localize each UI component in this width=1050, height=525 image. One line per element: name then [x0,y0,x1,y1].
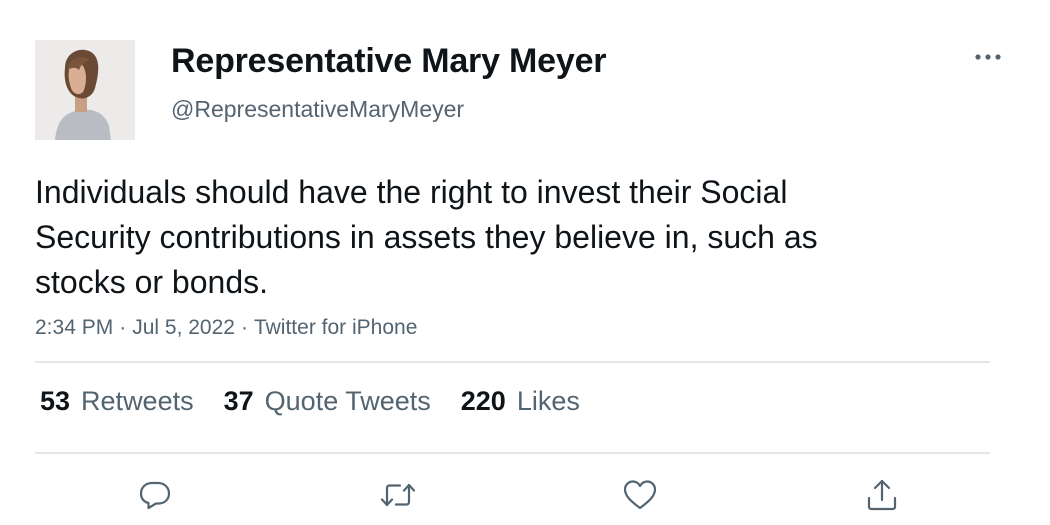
meta-separator: · [119,316,127,339]
tweet-detail: Representative Mary Meyer @Representativ… [0,0,1050,525]
likes-label: Likes [516,386,580,416]
reply-button[interactable] [135,475,175,515]
reply-icon [139,481,171,510]
tweet-text: Individuals should have the right to inv… [35,174,818,300]
like-icon [623,480,657,510]
retweets-count: 53 [40,386,71,416]
likes-stat[interactable]: 220 Likes [461,386,580,417]
tweet-time[interactable]: 2:34 PM [35,316,113,339]
likes-count: 220 [460,386,506,416]
tweet-meta: 2:34 PM · Jul 5, 2022 · Twitter for iPhone [35,316,417,340]
tweet-source[interactable]: Twitter for iPhone [254,316,417,339]
divider [35,361,990,363]
share-button[interactable] [862,475,902,515]
more-options-button[interactable] [970,44,1006,70]
engagement-stats: 53 Retweets 37 Quote Tweets 220 Likes [40,386,580,417]
retweets-label: Retweets [81,386,194,416]
profile-photo-icon [35,40,135,140]
tweet-date[interactable]: Jul 5, 2022 [132,316,235,339]
like-button[interactable] [620,475,660,515]
more-icon [975,54,1001,60]
retweet-button[interactable] [378,475,418,515]
divider [35,452,990,454]
share-icon [867,479,897,511]
user-handle[interactable]: @RepresentativeMaryMeyer [171,96,464,123]
quote-tweets-label: Quote Tweets [264,386,431,416]
meta-separator: · [240,316,248,339]
quote-tweets-count: 37 [223,386,254,416]
quote-tweets-stat[interactable]: 37 Quote Tweets [224,386,431,417]
display-name[interactable]: Representative Mary Meyer [171,42,607,81]
retweet-icon [380,483,416,507]
retweets-stat[interactable]: 53 Retweets [40,386,194,417]
avatar[interactable] [35,40,135,140]
